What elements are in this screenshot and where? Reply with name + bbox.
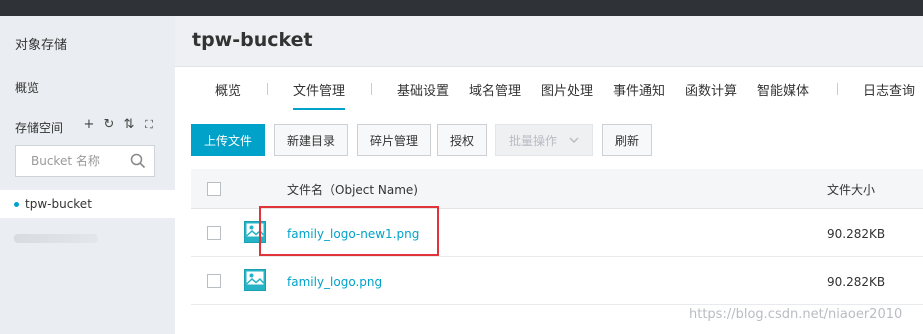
- row-checkbox[interactable]: [207, 274, 221, 288]
- upload-file-button[interactable]: 上传文件: [191, 124, 265, 156]
- tab-bar: 概览 文件管理 基础设置 域名管理 图片处理 事件通知 函数计算 智能媒体 日志…: [175, 67, 923, 113]
- main-panel: tpw-bucket 概览 文件管理 基础设置 域名管理 图片处理 事件通知 函…: [175, 16, 923, 334]
- refresh-button[interactable]: 刷新: [602, 124, 652, 156]
- tab-function-compute[interactable]: 函数计算: [685, 80, 737, 99]
- sidebar-title: 对象存储: [15, 38, 68, 53]
- tab-smart-media[interactable]: 智能媒体: [757, 80, 809, 99]
- table-header: 文件名（Object Name) 文件大小: [191, 169, 923, 209]
- bucket-search: [15, 145, 155, 177]
- tab-divider: [267, 83, 268, 95]
- tab-overview[interactable]: 概览: [215, 80, 241, 99]
- expand-icon[interactable]: ⛶: [142, 117, 156, 131]
- batch-operations-button: 批量操作: [495, 124, 593, 156]
- column-header-size: 文件大小: [827, 183, 876, 197]
- storage-tools: + ↻ ⇅ ⛶: [82, 117, 156, 131]
- search-icon[interactable]: [130, 153, 146, 169]
- sidebar-storage-label: 存储空间: [15, 121, 64, 135]
- page-header: tpw-bucket: [175, 16, 923, 67]
- watermark: https://blog.csdn.net/niaoer2010: [689, 307, 903, 322]
- refresh-icon[interactable]: ↻: [102, 117, 116, 131]
- chevron-down-icon: [569, 137, 579, 143]
- tab-domain-management[interactable]: 域名管理: [469, 80, 521, 99]
- tab-divider: [371, 83, 372, 95]
- authorize-button[interactable]: 授权: [437, 124, 487, 156]
- blurred-bucket-item[interactable]: [14, 234, 98, 243]
- tab-divider: [837, 83, 838, 95]
- select-all-checkbox[interactable]: [207, 182, 221, 196]
- active-dot-icon: [14, 201, 19, 207]
- top-bar: [0, 0, 923, 16]
- new-directory-button[interactable]: 新建目录: [274, 124, 348, 156]
- annotation-highlight-box: [259, 206, 439, 256]
- image-file-icon: [244, 269, 266, 291]
- tab-event-notification[interactable]: 事件通知: [613, 80, 665, 99]
- file-name-link[interactable]: family_logo.png: [287, 275, 382, 289]
- fragment-management-button[interactable]: 碎片管理: [357, 124, 431, 156]
- page-title: tpw-bucket: [192, 29, 313, 51]
- column-header-name: 文件名（Object Name): [287, 183, 418, 197]
- add-icon[interactable]: +: [82, 117, 96, 131]
- sidebar: 对象存储 概览 存储空间 + ↻ ⇅ ⛶ tpw-bucket: [0, 16, 175, 334]
- sidebar-bucket-active[interactable]: tpw-bucket: [0, 190, 175, 218]
- tab-file-management[interactable]: 文件管理: [293, 80, 346, 110]
- file-size: 90.282KB: [827, 227, 886, 241]
- tab-image-processing[interactable]: 图片处理: [541, 80, 593, 99]
- tab-basic-settings[interactable]: 基础设置: [397, 80, 449, 99]
- file-size: 90.282KB: [827, 275, 886, 289]
- sort-icon[interactable]: ⇅: [122, 117, 136, 131]
- batch-operations-label: 批量操作: [508, 133, 557, 148]
- tab-log-query[interactable]: 日志查询: [863, 80, 915, 99]
- bucket-search-input[interactable]: [16, 146, 126, 176]
- bucket-name: tpw-bucket: [25, 197, 92, 211]
- row-checkbox[interactable]: [207, 226, 221, 240]
- sidebar-item-overview[interactable]: 概览: [15, 79, 39, 96]
- table-row: family_logo.png 90.282KB: [191, 257, 923, 305]
